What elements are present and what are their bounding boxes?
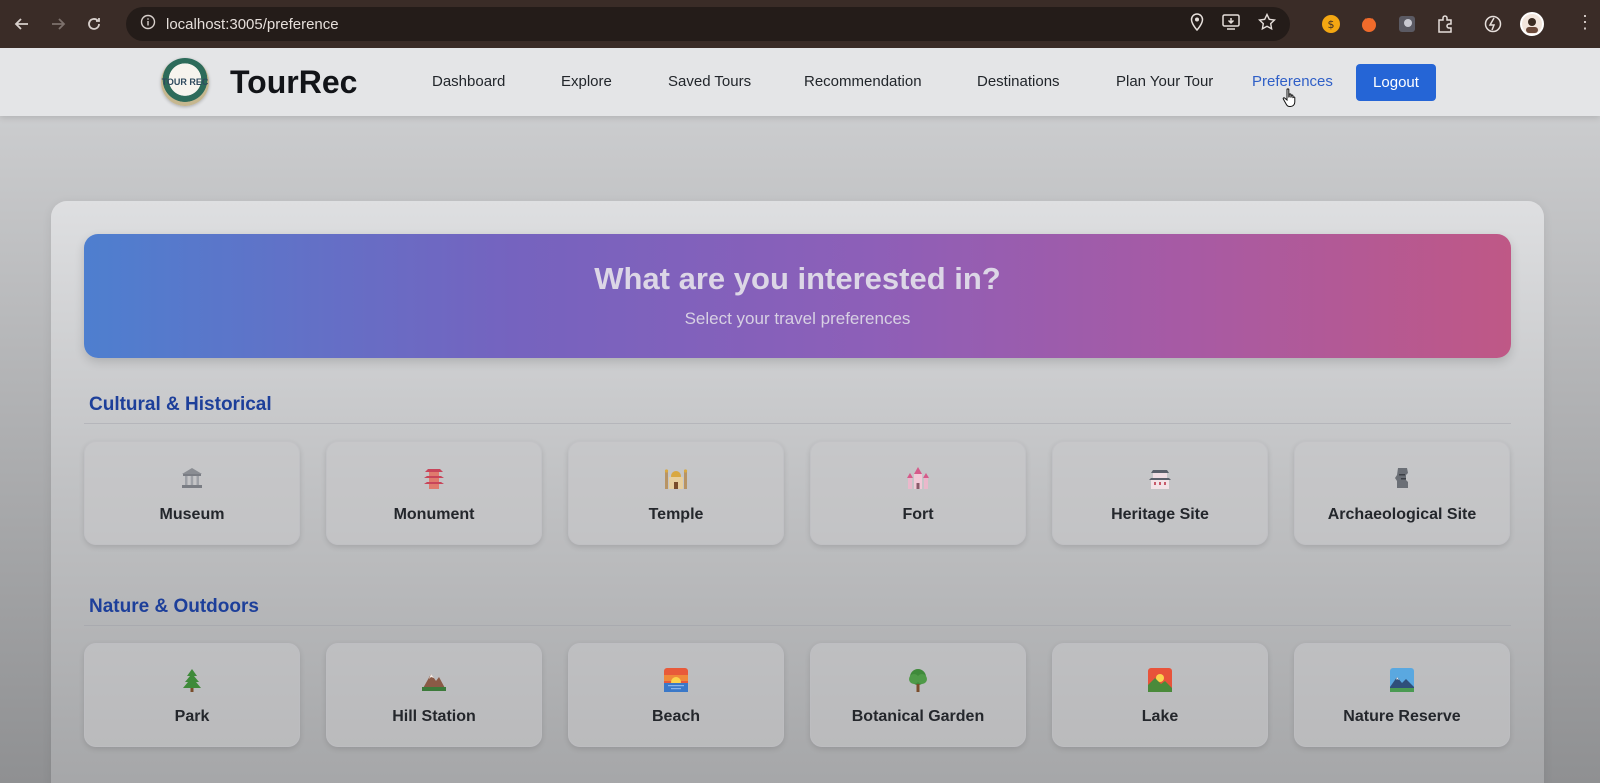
performance-icon[interactable] — [1482, 13, 1504, 35]
preference-grid-cultural: Museum Monument Temple Fort Heritage Sit… — [84, 441, 1511, 545]
hero-banner: What are you interested in? Select your … — [84, 234, 1511, 358]
top-navbar: TOUR REC TourRec Dashboard Explore Saved… — [0, 48, 1600, 116]
mountain-icon — [327, 666, 541, 694]
deciduous-tree-icon — [811, 666, 1025, 694]
puzzle-icon[interactable] — [1434, 13, 1456, 35]
pref-card-heritage-site[interactable]: Heritage Site — [1052, 441, 1268, 545]
castle-icon — [811, 464, 1025, 492]
nav-link-saved-tours[interactable]: Saved Tours — [668, 73, 751, 90]
divider — [84, 625, 1511, 626]
museum-icon — [85, 464, 299, 492]
url-text[interactable]: localhost:3005/preference — [166, 16, 339, 33]
pref-label: Fort — [902, 506, 934, 523]
location-icon[interactable] — [1190, 12, 1204, 36]
extension-icon[interactable]: $ — [1320, 13, 1342, 35]
pref-label: Temple — [648, 506, 704, 523]
preference-grid-nature: Park Hill Station Beach Botanical Garden — [84, 643, 1511, 747]
avatar[interactable] — [1520, 12, 1544, 36]
browser-toolbar: localhost:3005/preference $ ⋮ — [0, 0, 1600, 48]
divider — [84, 423, 1511, 424]
hand-cursor-icon — [1282, 88, 1298, 113]
pref-card-museum[interactable]: Museum — [84, 441, 300, 545]
nav-link-destinations[interactable]: Destinations — [977, 73, 1060, 90]
menu-icon[interactable]: ⋮ — [1576, 12, 1594, 33]
mosque-icon — [569, 464, 783, 492]
pref-card-botanical-garden[interactable]: Botanical Garden — [810, 643, 1026, 747]
pref-label: Museum — [159, 506, 225, 523]
forward-icon[interactable] — [40, 6, 76, 42]
section-title-cultural: Cultural & Historical — [89, 394, 272, 415]
pref-label: Heritage Site — [1111, 506, 1209, 523]
nav-link-recommendation[interactable]: Recommendation — [804, 73, 922, 90]
extension-icon[interactable] — [1396, 13, 1418, 35]
pref-card-park[interactable]: Park — [84, 643, 300, 747]
back-icon[interactable] — [4, 6, 40, 42]
sunrise-mountain-icon — [1053, 666, 1267, 694]
pref-card-temple[interactable]: Temple — [568, 441, 784, 545]
pref-label: Botanical Garden — [851, 708, 985, 725]
preferences-card: What are you interested in? Select your … — [51, 201, 1544, 783]
japanese-castle-icon — [1053, 464, 1267, 492]
address-bar[interactable]: localhost:3005/preference — [126, 7, 1290, 41]
nav-link-explore[interactable]: Explore — [561, 73, 612, 90]
extension-icon[interactable] — [1358, 13, 1380, 35]
nav-link-plan-your-tour[interactable]: Plan Your Tour — [1116, 73, 1213, 90]
pref-label: Archaeological Site — [1327, 506, 1477, 523]
pagoda-icon — [327, 464, 541, 492]
pref-card-fort[interactable]: Fort — [810, 441, 1026, 545]
landscape-icon — [1295, 666, 1509, 694]
hero-subtitle: Select your travel preferences — [684, 309, 911, 328]
install-app-icon[interactable] — [1222, 13, 1240, 35]
pref-card-archaeological-site[interactable]: Archaeological Site — [1294, 441, 1510, 545]
hero-title: What are you interested in? — [594, 261, 1001, 296]
evergreen-tree-icon — [85, 666, 299, 694]
pref-label: Beach — [651, 708, 701, 725]
svg-text:$: $ — [1328, 18, 1335, 31]
pref-label: Lake — [1141, 708, 1179, 725]
logout-button[interactable]: Logout — [1356, 64, 1436, 101]
pref-card-hill-station[interactable]: Hill Station — [326, 643, 542, 747]
pref-label: Hill Station — [392, 708, 476, 725]
pref-card-lake[interactable]: Lake — [1052, 643, 1268, 747]
pref-label: Monument — [393, 506, 475, 523]
pref-label: Nature Reserve — [1343, 708, 1461, 725]
star-icon[interactable] — [1257, 12, 1277, 36]
page: TOUR REC TourRec Dashboard Explore Saved… — [0, 48, 1600, 783]
sunset-icon — [569, 666, 783, 694]
pref-card-nature-reserve[interactable]: Nature Reserve — [1294, 643, 1510, 747]
moai-icon — [1295, 464, 1509, 492]
pref-label: Park — [174, 708, 210, 725]
pref-card-monument[interactable]: Monument — [326, 441, 542, 545]
site-info-icon[interactable] — [140, 14, 156, 35]
section-title-nature: Nature & Outdoors — [89, 596, 259, 617]
reload-icon[interactable] — [76, 6, 112, 42]
nav-link-dashboard[interactable]: Dashboard — [432, 73, 505, 90]
pref-card-beach[interactable]: Beach — [568, 643, 784, 747]
